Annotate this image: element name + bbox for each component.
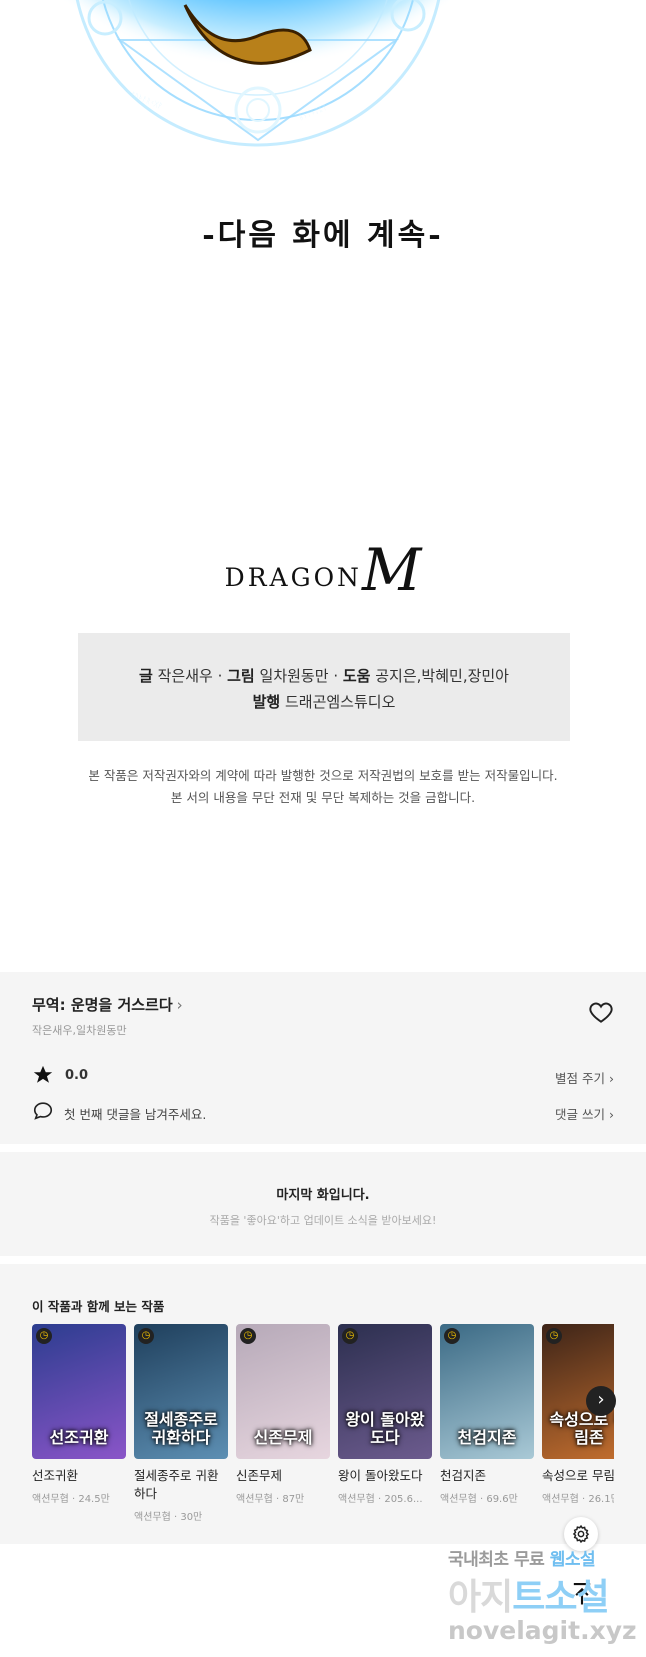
like-heart-button[interactable] (588, 1000, 614, 1026)
last-episode-title: 마지막 화입니다. (276, 1188, 370, 1203)
rate-button[interactable]: 별점 주기 › (555, 1068, 614, 1087)
rec-card[interactable]: ◷ 왕이 돌아왔도다 왕이 돌아왔도다 액션무협 · 205.6... (338, 1324, 432, 1505)
series-authors: 작은새우,일차원동만 (32, 1024, 127, 1037)
credit-value-publisher: 드래곤엠스튜디오 (284, 693, 396, 711)
publisher-logo-text: DRAGON (224, 563, 362, 592)
copyright-line-1: 본 작품은 저작권자와의 계약에 따라 발행한 것으로 저작권법의 보호를 받는… (88, 768, 558, 783)
scroll-to-top-button[interactable] (568, 1580, 596, 1608)
series-title-link[interactable]: 무역: 운명을 거스르다 › (32, 994, 183, 1015)
credit-value-art: 일차원동만 (259, 667, 329, 685)
chevron-right-icon: › (176, 996, 183, 1014)
comment-prompt[interactable]: 첫 번째 댓글을 남겨주세요. (64, 1104, 206, 1123)
rec-meta: 액션무협 · 69.6만 (440, 1494, 518, 1505)
rec-cover: ◷ 절세종주로 귀환하다 (134, 1324, 228, 1459)
credit-value-writer: 작은새우 (157, 667, 213, 685)
credit-separator: · (333, 667, 343, 685)
rec-cover-title: 신존무제 (253, 1428, 313, 1447)
rec-cover-title: 절세종주로 귀환하다 (144, 1410, 218, 1447)
comment-row: 첫 번째 댓글을 남겨주세요. 댓글 쓰기 › (32, 1100, 614, 1124)
rec-cover-title: 천검지존 (457, 1428, 517, 1447)
watermark-line-3: novelagit.xyz (448, 1616, 637, 1645)
rec-cover: ◷ 선조귀환 (32, 1324, 126, 1459)
copyright-notice: 본 작품은 저작권자와의 계약에 따라 발행한 것으로 저작권법의 보호를 받는… (0, 765, 646, 809)
rec-card[interactable]: ◷ 절세종주로 귀환하다 절세종주로 귀환하다 액션무협 · 30만 (134, 1324, 228, 1523)
credit-value-assist: 공지은,박혜민,장민아 (375, 667, 509, 685)
rec-card[interactable]: ◷ 선조귀환 선조귀환 액션무협 · 24.5만 (32, 1324, 126, 1505)
settings-button[interactable] (564, 1517, 598, 1551)
rec-title: 속성으로 무림 존 (542, 1468, 614, 1483)
clock-badge-icon: ◷ (36, 1328, 52, 1344)
series-title: 무역: 운명을 거스르다 (32, 996, 173, 1014)
clock-badge-icon: ◷ (342, 1328, 358, 1344)
watermark-text: 국내최초 무료 (448, 1550, 545, 1570)
rec-cover-title: 속성으로 무림존 (549, 1410, 614, 1447)
recommendations-heading: 이 작품과 함께 보는 작품 (32, 1299, 165, 1314)
carousel-next-button[interactable]: › (586, 1386, 616, 1416)
comment-bubble-icon (33, 1102, 53, 1120)
credit-label-art: 그림 (227, 667, 255, 685)
recommendations-carousel[interactable]: ◷ 선조귀환 선조귀환 액션무협 · 24.5만 ◷ 절세종주로 귀환하다 절세종주… (32, 1324, 614, 1534)
gear-icon (572, 1524, 590, 1544)
rating-row: 0.0 별점 주기 › (32, 1064, 614, 1088)
watermark-text: 아지 (448, 1577, 513, 1618)
last-episode-panel: 마지막 화입니다. 작품을 '좋아요'하고 업데이트 소식을 받아보세요! (0, 1152, 646, 1256)
rec-title: 왕이 돌아왔도다 (338, 1468, 423, 1483)
rec-cover-title: 왕이 돌아왔도다 (345, 1410, 425, 1447)
chevron-right-icon: › (597, 1389, 605, 1410)
rec-meta: 액션무협 · 205.6... (338, 1494, 423, 1505)
rec-meta: 액션무협 · 24.5만 (32, 1494, 110, 1505)
rating-score: 0.0 (65, 1068, 89, 1083)
credits-line: 글 작은새우 · 그림 일차원동만 · 도움 공지은,박혜민,장민아 (78, 663, 570, 689)
credit-label-assist: 도움 (342, 667, 371, 685)
series-info-panel: 무역: 운명을 거스르다 › 작은새우,일차원동만 0.0 별점 주기 › 첫 번… (0, 972, 646, 1144)
publisher-logo: DRAGONM (0, 541, 646, 599)
credit-separator: · (217, 667, 228, 685)
publisher-logo-mark: M (361, 536, 422, 604)
watermark-text: 웹소설 (549, 1550, 596, 1570)
rec-card[interactable]: ◷ 천검지존 천검지존 액션무협 · 69.6만 (440, 1324, 534, 1505)
star-icon (33, 1065, 53, 1083)
rec-cover: ◷ 왕이 돌아왔도다 (338, 1324, 432, 1459)
clock-badge-icon: ◷ (444, 1328, 460, 1344)
credit-label-writer: 글 (139, 667, 153, 685)
credits-line: 발행 드래곤엠스튜디오 (78, 689, 570, 715)
copyright-line-2: 본 서의 내용을 무단 전재 및 무단 복제하는 것을 금합니다. (170, 790, 476, 805)
site-watermark: 국내최초 무료 웹소설 아지트소설 novelagit.xyz (438, 1540, 646, 1657)
rec-title: 신존무제 (236, 1468, 283, 1483)
write-comment-button[interactable]: 댓글 쓰기 › (555, 1104, 614, 1123)
credits-box: 글 작은새우 · 그림 일차원동만 · 도움 공지은,박혜민,장민아 발행 드래… (78, 633, 570, 741)
rec-cover: ◷ 신존무제 (236, 1324, 330, 1459)
arrow-up-icon (573, 1583, 591, 1605)
rec-meta: 액션무협 · 30만 (134, 1512, 203, 1523)
rec-meta: 액션무협 · 87만 (236, 1494, 305, 1505)
comic-panel-image: ᚠᚢᚦᚨᚱᚲᚷᚹ ᚺᚾᛁᛃᛇᛈᛉ (0, 0, 646, 180)
rec-title: 절세종주로 귀환하다 (134, 1468, 219, 1501)
rec-cover-title: 선조귀환 (49, 1428, 109, 1447)
clock-badge-icon: ◷ (240, 1328, 256, 1344)
recommendations-panel: 이 작품과 함께 보는 작품 ◷ 선조귀환 선조귀환 액션무협 · 24.5만 ◷… (0, 1264, 646, 1544)
rec-title: 선조귀환 (32, 1468, 79, 1483)
clock-badge-icon: ◷ (546, 1328, 562, 1344)
continue-next-episode-text: -다음 화에 계속- (202, 218, 444, 253)
rec-meta: 액션무협 · 26.1만 (542, 1494, 614, 1505)
heart-icon (589, 1002, 613, 1023)
rec-card[interactable]: ◷ 신존무제 신존무제 액션무협 · 87만 (236, 1324, 330, 1505)
rec-cover: ◷ 천검지존 (440, 1324, 534, 1459)
rec-title: 천검지존 (440, 1468, 487, 1483)
last-episode-subtitle: 작품을 '좋아요'하고 업데이트 소식을 받아보세요! (209, 1214, 437, 1227)
credit-label-publisher: 발행 (252, 693, 281, 711)
clock-badge-icon: ◷ (138, 1328, 154, 1344)
